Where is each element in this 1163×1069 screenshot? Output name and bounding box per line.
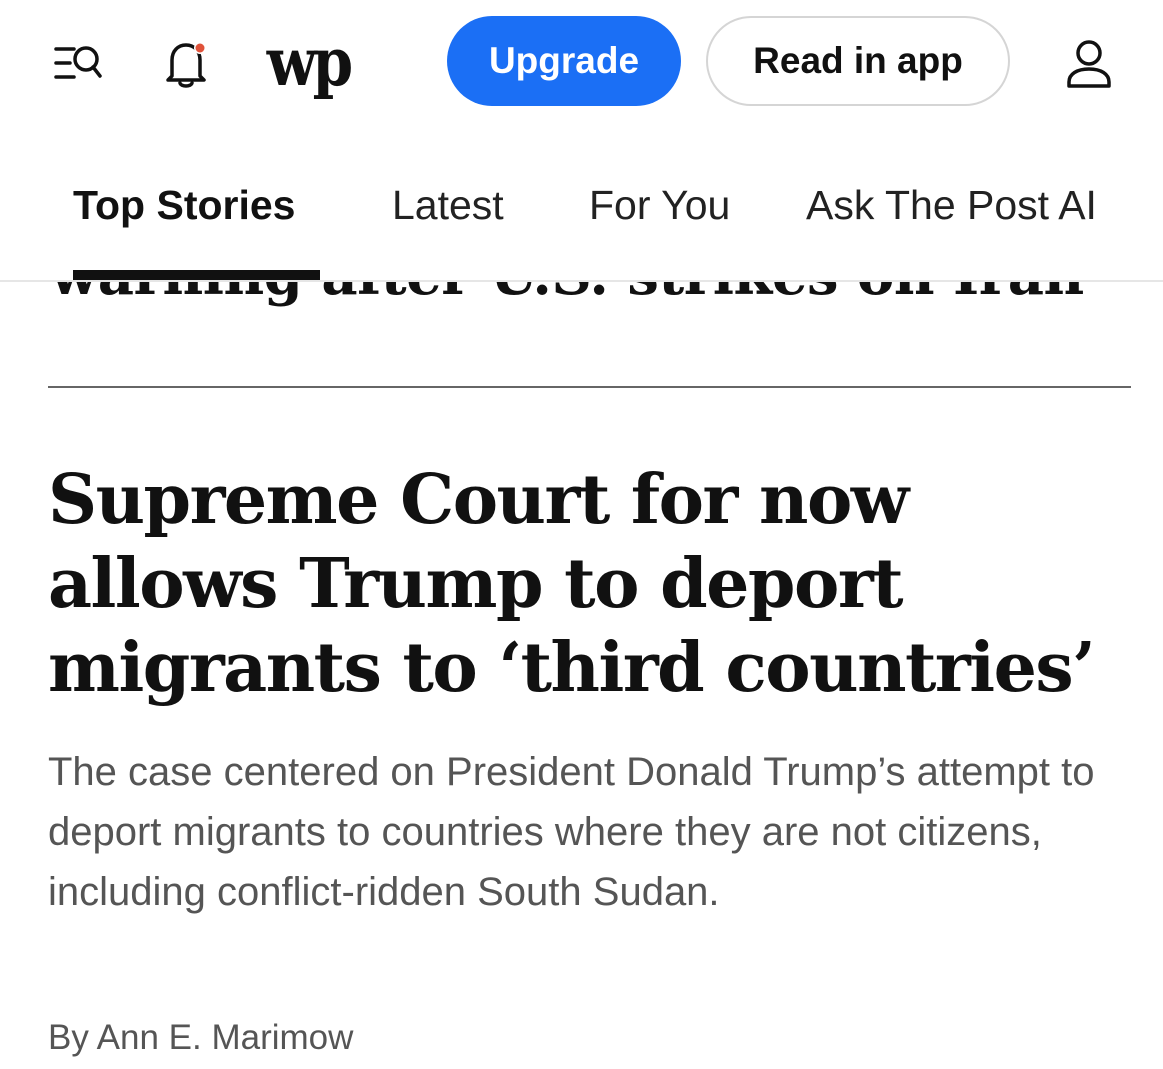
active-tab-indicator bbox=[73, 270, 320, 280]
tabs-divider bbox=[0, 280, 1163, 282]
wp-logo[interactable]: wp bbox=[262, 22, 354, 102]
upgrade-button[interactable]: Upgrade bbox=[447, 16, 681, 106]
story-divider bbox=[48, 386, 1131, 388]
read-in-app-button[interactable]: Read in app bbox=[706, 16, 1010, 106]
tab-ask-the-post-ai[interactable]: Ask The Post AI bbox=[806, 182, 1097, 229]
menu-search-icon[interactable] bbox=[50, 38, 106, 88]
tab-latest[interactable]: Latest bbox=[392, 182, 504, 229]
bell-icon[interactable] bbox=[158, 34, 214, 92]
previous-story-headline[interactable]: warning after U.S. strikes on Iran bbox=[50, 282, 1084, 308]
notification-dot bbox=[195, 43, 205, 53]
account-icon[interactable] bbox=[1060, 34, 1118, 92]
tab-for-you[interactable]: For You bbox=[589, 182, 730, 229]
previous-story-clip: warning after U.S. strikes on Iran bbox=[0, 282, 1163, 312]
story-dek: The case centered on President Donald Tr… bbox=[48, 750, 1095, 914]
logo-text: wp bbox=[266, 22, 354, 102]
story-headline[interactable]: Supreme Court for now allows Trump to de… bbox=[48, 458, 1128, 710]
byline-prefix: By bbox=[48, 1018, 89, 1057]
section-tabs: Top Stories Latest For You Ask The Post … bbox=[0, 130, 1163, 282]
byline-author[interactable]: Ann E. Marimow bbox=[97, 1018, 354, 1057]
tab-top-stories[interactable]: Top Stories bbox=[73, 182, 295, 229]
story-byline: By Ann E. Marimow bbox=[48, 1018, 353, 1058]
top-header: wp Upgrade Read in app bbox=[0, 0, 1163, 130]
